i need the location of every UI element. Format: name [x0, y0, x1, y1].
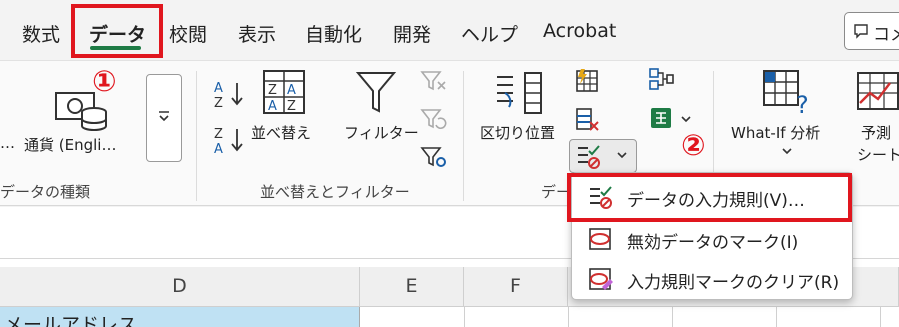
currency-prefix: …	[0, 134, 15, 152]
menu-item-circle-invalid[interactable]: 無効データのマーク(I)	[572, 219, 852, 259]
column-header-f[interactable]: F	[464, 267, 568, 307]
currency-datatype-button[interactable]: 通貨 (Engli…	[24, 134, 116, 155]
data-validation-icon	[578, 145, 600, 169]
filter-button[interactable]: フィルター	[344, 122, 419, 143]
grid-line	[880, 307, 881, 327]
tab-review[interactable]: 校閲	[169, 20, 207, 47]
tab-formulas[interactable]: 数式	[22, 20, 60, 47]
svg-text:A: A	[214, 81, 223, 96]
filter-icon	[355, 72, 397, 113]
svg-text:A: A	[287, 83, 296, 98]
group-label-sort-filter: 並べ替えとフィルター	[260, 183, 410, 201]
menu-item-label: 無効データのマーク(I)	[627, 233, 799, 253]
svg-text:Z: Z	[268, 83, 277, 98]
remove-duplicates-icon[interactable]	[575, 107, 601, 133]
grid-line	[672, 307, 673, 327]
consolidate-icon[interactable]	[648, 67, 674, 91]
svg-text:A: A	[268, 99, 277, 114]
forecast-sheet-button-line2: シート	[857, 146, 899, 164]
clear-validation-circles-icon	[589, 268, 613, 290]
svg-text:A: A	[214, 142, 223, 155]
grid-line	[776, 307, 777, 327]
chevron-down-icon	[617, 152, 627, 159]
clear-filter-icon[interactable]	[420, 69, 448, 95]
tab-acrobat[interactable]: Acrobat	[543, 20, 616, 42]
group-separator	[196, 71, 197, 201]
datatype-more-button[interactable]	[146, 74, 182, 162]
comment-icon	[854, 24, 868, 39]
flash-fill-icon[interactable]	[575, 67, 599, 93]
circle-invalid-icon	[589, 228, 611, 250]
chevron-down-icon[interactable]	[680, 115, 692, 125]
data-tab-highlight	[71, 4, 163, 58]
sort-ascending-icon[interactable]: A Z	[213, 79, 245, 109]
menu-item-label: 入力規則マークのクリア(R)	[627, 273, 840, 293]
column-header-e[interactable]: E	[360, 267, 464, 307]
data-model-icon[interactable]	[648, 105, 674, 131]
expand-more-icon	[159, 111, 169, 122]
tab-help[interactable]: ヘルプ	[461, 20, 518, 47]
sort-descending-icon[interactable]: Z A	[213, 125, 245, 155]
comments-button[interactable]: コメ	[844, 12, 899, 50]
svg-text:Z: Z	[214, 96, 223, 109]
grid-line	[568, 307, 569, 327]
text-to-columns-button[interactable]: 区切り位置	[480, 122, 555, 143]
text-to-columns-icon	[497, 72, 542, 114]
tab-automate[interactable]: 自動化	[305, 20, 362, 47]
sort-button[interactable]: 並べ替え	[251, 122, 311, 143]
step-badge-1: ①	[92, 64, 117, 98]
menu-item-clear-circles[interactable]: 入力規則マークのクリア(R)	[572, 259, 852, 299]
forecast-sheet-button[interactable]: 予測	[861, 122, 891, 143]
sort-icon: Z A A Z	[263, 70, 305, 114]
what-if-analysis-button[interactable]: What-If 分析	[731, 122, 820, 143]
tab-view[interactable]: 表示	[238, 20, 276, 47]
reapply-filter-icon[interactable]	[420, 107, 448, 133]
forecast-sheet-icon	[857, 72, 899, 110]
advanced-filter-icon[interactable]	[420, 145, 448, 171]
tab-developer[interactable]: 開発	[393, 20, 431, 47]
svg-text:Z: Z	[214, 127, 223, 142]
comments-label: コメ	[873, 25, 899, 45]
step-badge-2: ②	[681, 128, 706, 162]
group-separator	[463, 71, 464, 201]
chevron-down-icon	[782, 148, 792, 155]
column-header-d[interactable]: D	[0, 267, 360, 307]
group-label-datatypes: データの種類	[0, 183, 91, 201]
grid-line	[464, 307, 465, 327]
cell-d-header[interactable]: メールアドレス	[0, 307, 360, 327]
what-if-analysis-icon: ?	[763, 70, 809, 115]
svg-text:?: ?	[796, 91, 809, 115]
svg-text:Z: Z	[287, 99, 296, 114]
menu-item-highlight	[567, 173, 852, 222]
data-validation-split-button[interactable]	[569, 139, 637, 173]
